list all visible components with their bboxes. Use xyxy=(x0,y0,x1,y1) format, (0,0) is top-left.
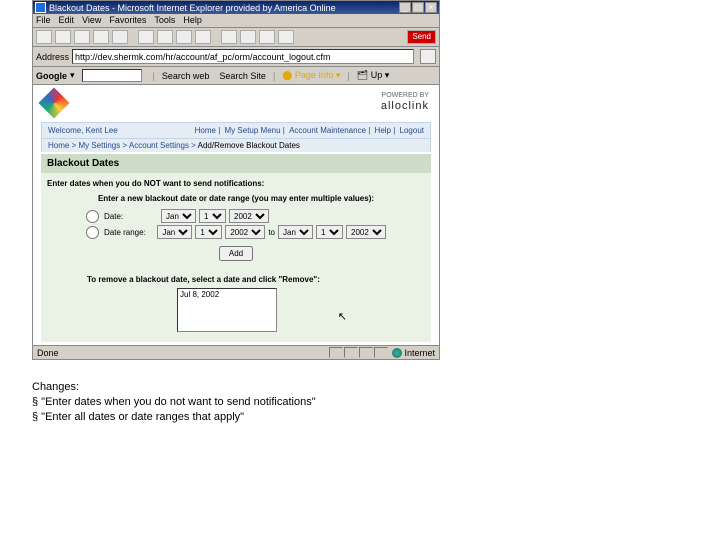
form-area: Enter dates when you do NOT want to send… xyxy=(41,173,431,342)
welcome-bar: Welcome, Kent Lee Home | My Setup Menu |… xyxy=(41,122,431,139)
close-button[interactable]: × xyxy=(425,2,437,13)
edit-button[interactable] xyxy=(259,30,275,44)
menu-file[interactable]: File xyxy=(36,15,51,25)
changes-bullet-2: § "Enter all dates or date ranges that a… xyxy=(32,410,688,425)
instruction-1: Enter dates when you do NOT want to send… xyxy=(47,179,425,188)
changes-bullet-1: § "Enter dates when you do not want to s… xyxy=(32,395,688,410)
range-from-month[interactable]: Jan xyxy=(157,225,192,239)
status-cell xyxy=(344,347,358,358)
link-logout[interactable]: Logout xyxy=(400,126,424,135)
range-label: Date range: xyxy=(104,228,154,237)
back-button[interactable] xyxy=(36,30,52,44)
option-single-date: Date: Jan 1 2002 xyxy=(86,208,386,224)
link-home[interactable]: Home xyxy=(195,126,216,135)
page-title: Blackout Dates xyxy=(41,154,431,173)
link-setup[interactable]: My Setup Menu xyxy=(225,126,281,135)
print-button[interactable] xyxy=(240,30,256,44)
home-button[interactable] xyxy=(112,30,128,44)
browser-window: Blackout Dates - Microsoft Internet Expl… xyxy=(32,0,440,360)
menu-help[interactable]: Help xyxy=(183,15,202,25)
cursor-icon: ↖ xyxy=(338,310,347,323)
discuss-button[interactable] xyxy=(278,30,294,44)
search-site-button[interactable]: Search Site xyxy=(219,71,266,81)
remove-instruction: To remove a blackout date, select a date… xyxy=(87,275,425,284)
window-title: Blackout Dates - Microsoft Internet Expl… xyxy=(49,3,336,13)
google-search-input[interactable] xyxy=(82,69,142,82)
page-content: POWERED BY alloclink Welcome, Kent Lee H… xyxy=(33,85,439,345)
menu-view[interactable]: View xyxy=(82,15,101,25)
range-from-year[interactable]: 2002 xyxy=(225,225,265,239)
page-info-button[interactable]: ⬤ Page Info ▾ xyxy=(282,70,340,81)
changes-label: Changes: xyxy=(32,380,688,395)
welcome-text: Welcome, Kent Lee xyxy=(48,126,118,135)
blackout-listbox[interactable]: Jul 8, 2002 xyxy=(177,288,277,332)
zone-label: Internet xyxy=(404,348,435,358)
list-item[interactable]: Jul 8, 2002 xyxy=(180,290,274,299)
menu-favorites[interactable]: Favorites xyxy=(109,15,146,25)
status-text: Done xyxy=(37,348,59,358)
search-web-button[interactable]: Search web xyxy=(162,71,210,81)
option-date-range: Date range: Jan 1 2002 to Jan 1 2002 xyxy=(86,224,386,240)
date-radio[interactable] xyxy=(86,210,99,223)
range-to-day[interactable]: 1 xyxy=(316,225,343,239)
ie-icon xyxy=(35,2,46,13)
search-button[interactable] xyxy=(138,30,154,44)
status-bar: Done Internet xyxy=(33,345,439,359)
up-button[interactable]: 🗂 Up ▾ xyxy=(357,70,389,81)
address-input[interactable] xyxy=(72,49,414,64)
status-cell xyxy=(359,347,373,358)
date-label: Date: xyxy=(104,212,158,221)
google-logo: Google xyxy=(36,71,67,81)
range-to-year[interactable]: 2002 xyxy=(346,225,386,239)
forward-button[interactable] xyxy=(55,30,71,44)
media-button[interactable] xyxy=(176,30,192,44)
breadcrumb: Home > My Settings > Account Settings > … xyxy=(41,139,431,152)
link-account[interactable]: Account Maintenance xyxy=(289,126,366,135)
stop-button[interactable] xyxy=(74,30,90,44)
date-month[interactable]: Jan xyxy=(161,209,196,223)
go-button[interactable] xyxy=(420,49,436,64)
maximize-button[interactable]: □ xyxy=(412,2,424,13)
favorites-button[interactable] xyxy=(157,30,173,44)
add-button[interactable]: Add xyxy=(219,246,253,261)
address-label: Address xyxy=(36,52,69,62)
range-to-month[interactable]: Jan xyxy=(278,225,313,239)
status-cell xyxy=(329,347,343,358)
title-bar: Blackout Dates - Microsoft Internet Expl… xyxy=(33,1,439,14)
date-year[interactable]: 2002 xyxy=(229,209,269,223)
send-button[interactable]: Send xyxy=(407,30,436,44)
status-cell xyxy=(374,347,388,358)
menu-edit[interactable]: Edit xyxy=(59,15,75,25)
mail-button[interactable] xyxy=(221,30,237,44)
link-help[interactable]: Help xyxy=(375,126,391,135)
to-label: to xyxy=(268,228,275,237)
powered-by: POWERED BY alloclink xyxy=(381,92,429,112)
history-button[interactable] xyxy=(195,30,211,44)
site-logo xyxy=(38,87,69,118)
globe-icon xyxy=(392,348,402,358)
address-bar: Address xyxy=(33,47,439,67)
range-radio[interactable] xyxy=(86,226,99,239)
instruction-2: Enter a new blackout date or date range … xyxy=(47,194,425,203)
menu-bar: File Edit View Favorites Tools Help xyxy=(33,14,439,28)
date-day[interactable]: 1 xyxy=(199,209,226,223)
nav-toolbar: Send xyxy=(33,28,439,47)
google-toolbar: Google ▾ | Search web Search Site | ⬤ Pa… xyxy=(33,67,439,85)
refresh-button[interactable] xyxy=(93,30,109,44)
menu-tools[interactable]: Tools xyxy=(154,15,175,25)
changes-note: Changes: § "Enter dates when you do not … xyxy=(32,380,688,425)
range-from-day[interactable]: 1 xyxy=(195,225,222,239)
minimize-button[interactable]: _ xyxy=(399,2,411,13)
